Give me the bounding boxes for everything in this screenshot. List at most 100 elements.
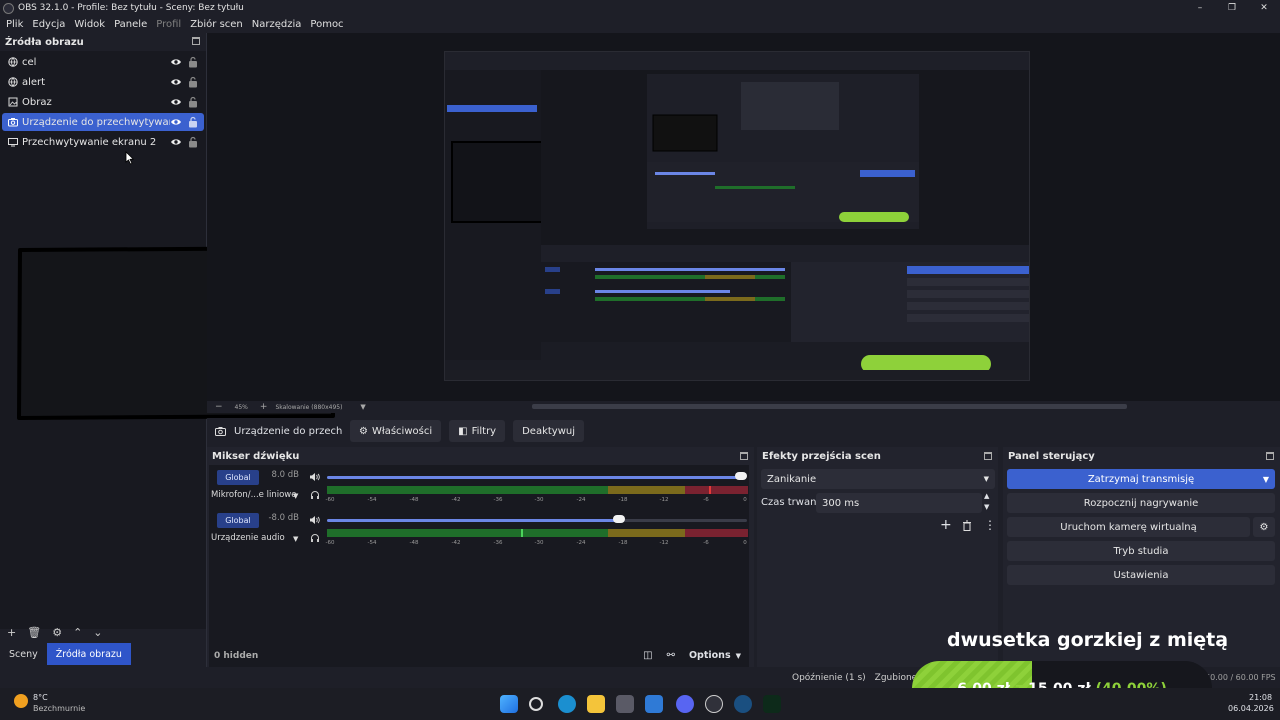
weather-desc[interactable]: Bezchmurnie	[33, 704, 85, 713]
start-virtual-camera-button[interactable]: Uruchom kamerę wirtualną	[1007, 517, 1250, 537]
filters-button[interactable]: ◧ Filtry	[449, 420, 506, 442]
menu-pomoc[interactable]: Pomoc	[310, 19, 343, 30]
mixer-layout-icon[interactable]: ◫	[643, 650, 652, 661]
search-icon[interactable]	[529, 697, 543, 711]
menu-plik[interactable]: Plik	[6, 19, 23, 30]
volume-slider-fill[interactable]	[327, 476, 739, 479]
scaling-dropdown-icon[interactable]: ▼	[360, 403, 365, 411]
undock-icon[interactable]	[1266, 452, 1274, 460]
more-vertical-icon[interactable]: ⋮	[984, 518, 996, 532]
visibility-eye-icon[interactable]	[170, 56, 182, 68]
volume-slider-fill[interactable]	[327, 519, 617, 522]
stepper-down-icon[interactable]: ▼	[984, 503, 989, 511]
zoom-out-button[interactable]: −	[215, 402, 223, 412]
settings-button[interactable]: Ustawienia	[1007, 565, 1275, 585]
chevron-down-icon[interactable]: ▼	[736, 652, 741, 660]
weather-temp[interactable]: 8°C	[33, 693, 48, 702]
preview-zoom-bar: − 45% + Skalowanie (880x495) ▼	[207, 401, 1280, 413]
tab-zrodla-obrazu[interactable]: Źródła obrazu	[46, 643, 131, 665]
trash-icon[interactable]	[962, 520, 972, 531]
lock-icon[interactable]	[188, 116, 198, 128]
add-source-button[interactable]: +	[7, 626, 16, 639]
volume-slider-knob[interactable]	[735, 472, 747, 480]
scale-tick: -24	[576, 497, 586, 503]
steam-icon[interactable]	[734, 695, 752, 713]
clock-time[interactable]: 21:08	[1249, 693, 1272, 702]
menu-zbior-scen[interactable]: Zbiór scen	[190, 19, 243, 30]
visibility-eye-icon[interactable]	[170, 76, 182, 88]
channel-menu-caret[interactable]: ▼	[293, 535, 298, 543]
studio-mode-button[interactable]: Tryb studia	[1007, 541, 1275, 561]
headphones-icon[interactable]	[310, 490, 320, 500]
mouse-cursor-icon	[125, 151, 135, 165]
lock-icon[interactable]	[188, 76, 198, 88]
options-button[interactable]: Options	[689, 650, 731, 661]
close-button[interactable]: ✕	[1248, 0, 1280, 16]
app-icon[interactable]	[763, 695, 781, 713]
source-item-alert[interactable]: alert	[2, 73, 204, 91]
undock-icon[interactable]	[740, 452, 748, 460]
mixer-footer: 0 hidden ◫ ⚯ Options ▼	[209, 646, 749, 665]
visibility-eye-icon[interactable]	[170, 116, 182, 128]
edge-browser-icon[interactable]	[558, 695, 576, 713]
preview-area[interactable]	[207, 33, 1280, 401]
source-settings-button[interactable]: ⚙	[52, 626, 62, 639]
properties-button[interactable]: ⚙ Właściwości	[350, 420, 442, 442]
mixer-channel-audio: Global -8.0 dB Urządzenie audio ▼ -60 -5…	[209, 510, 749, 552]
windows-start-icon[interactable]	[500, 695, 518, 713]
clock-date[interactable]: 06.04.2026	[1228, 704, 1274, 713]
menu-edycja[interactable]: Edycja	[32, 19, 65, 30]
volume-slider-track[interactable]	[617, 519, 747, 522]
speaker-icon[interactable]	[309, 472, 320, 482]
global-button[interactable]: Global	[217, 513, 259, 528]
duration-input[interactable]: 300 ms	[816, 493, 982, 513]
visibility-eye-icon[interactable]	[170, 136, 182, 148]
mixer-advanced-icon[interactable]: ⚯	[667, 650, 675, 661]
speaker-icon[interactable]	[309, 515, 320, 525]
source-item-capture-device[interactable]: Urządzenie do przechwytywania wid	[2, 113, 204, 131]
source-item-cel[interactable]: cel	[2, 53, 204, 71]
volume-slider-knob[interactable]	[613, 515, 625, 523]
undock-icon[interactable]	[984, 452, 992, 460]
visibility-eye-icon[interactable]	[170, 96, 182, 108]
remove-source-button[interactable]: 🗑	[27, 626, 41, 639]
source-item-screen-capture[interactable]: Przechwytywanie ekranu 2	[2, 133, 204, 151]
level-meter	[327, 529, 748, 537]
menu-bar: Plik Edycja Widok Panele Profil Zbiór sc…	[0, 16, 1280, 33]
stepper-up-icon[interactable]: ▲	[984, 492, 989, 500]
file-explorer-icon[interactable]	[587, 695, 605, 713]
transition-select[interactable]: Zanikanie ▼	[761, 469, 995, 489]
menu-narzedzia[interactable]: Narzędzia	[252, 19, 302, 30]
maximize-button[interactable]: ❐	[1216, 0, 1248, 16]
virtual-camera-settings-button[interactable]: ⚙	[1253, 517, 1275, 537]
move-down-button[interactable]: ⌄	[93, 626, 102, 639]
menu-widok[interactable]: Widok	[74, 19, 105, 30]
global-button[interactable]: Global	[217, 470, 259, 485]
chevron-down-icon[interactable]: ▼	[1263, 475, 1269, 484]
scale-tick: 0	[743, 497, 747, 503]
globe-icon	[8, 77, 18, 87]
start-recording-button[interactable]: Rozpocznij nagrywanie	[1007, 493, 1275, 513]
add-transition-button[interactable]: +	[940, 517, 952, 533]
tab-sceny[interactable]: Sceny	[0, 643, 47, 665]
obs-taskbar-icon[interactable]	[705, 695, 723, 713]
preview-scrollbar[interactable]	[532, 404, 1127, 409]
store-icon[interactable]	[616, 695, 634, 713]
lock-icon[interactable]	[188, 56, 198, 68]
mail-icon[interactable]	[645, 695, 663, 713]
undock-icon[interactable]	[192, 37, 200, 45]
discord-icon[interactable]	[676, 695, 694, 713]
stop-stream-button[interactable]: Zatrzymaj transmisję ▼	[1007, 469, 1275, 489]
channel-menu-caret[interactable]: ▼	[293, 492, 298, 500]
deactivate-button[interactable]: Deaktywuj	[513, 420, 584, 442]
headphones-icon[interactable]	[310, 533, 320, 543]
menu-profil[interactable]: Profil	[156, 19, 181, 30]
source-item-obraz[interactable]: Obraz	[2, 93, 204, 111]
move-up-button[interactable]: ⌃	[73, 626, 82, 639]
menu-panele[interactable]: Panele	[114, 19, 147, 30]
lock-icon[interactable]	[188, 136, 198, 148]
minimize-button[interactable]: –	[1184, 0, 1216, 16]
zoom-in-button[interactable]: +	[260, 402, 268, 412]
window-title: OBS 32.1.0 - Profile: Bez tytułu - Sceny…	[18, 3, 244, 13]
lock-icon[interactable]	[188, 96, 198, 108]
